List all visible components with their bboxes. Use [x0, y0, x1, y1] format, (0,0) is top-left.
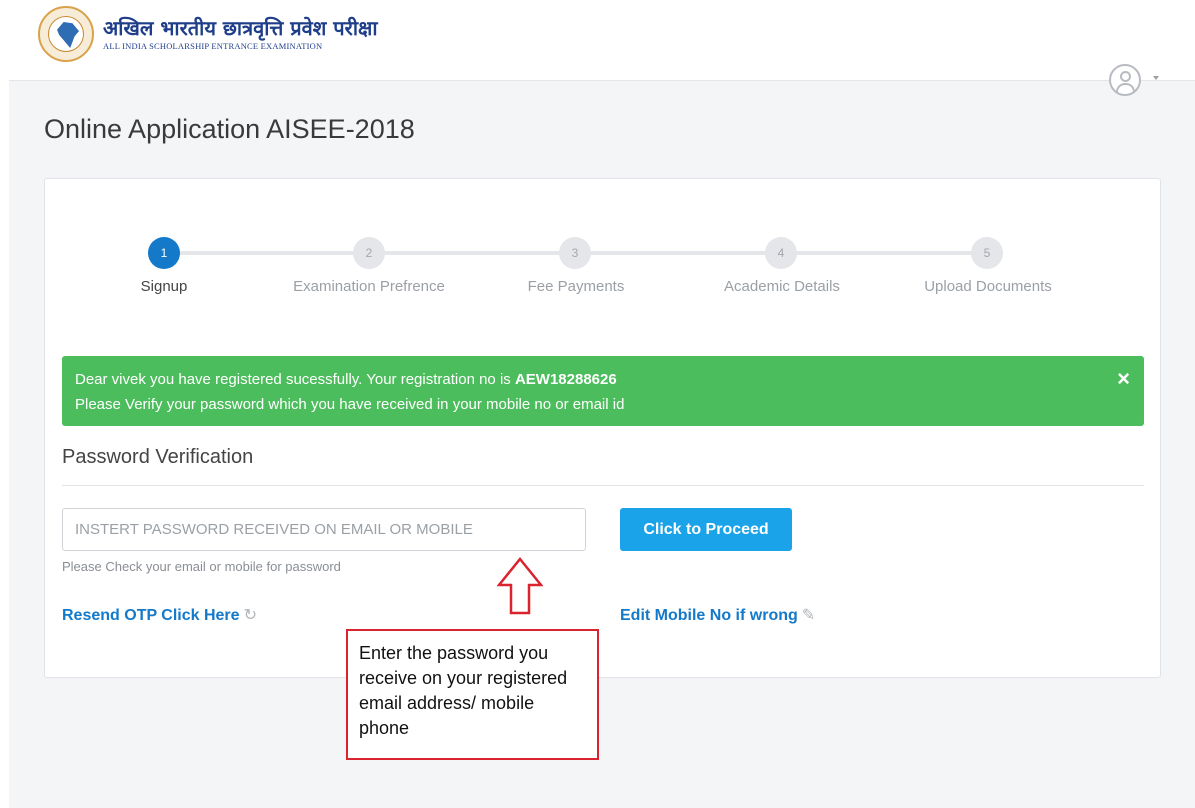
close-icon[interactable]: ×: [1117, 368, 1130, 390]
refresh-icon: ↻: [243, 607, 257, 624]
divider: [62, 485, 1144, 486]
logo-english-text: ALL INDIA SCHOLARSHIP ENTRANCE EXAMINATI…: [103, 41, 323, 51]
section-title: Password Verification: [62, 446, 254, 468]
resend-otp-link[interactable]: Resend OTP Click Here ↻: [62, 605, 257, 625]
step-5-label: Upload Documents: [924, 278, 1052, 295]
success-alert: Dear vivek you have registered sucessful…: [62, 356, 1144, 426]
alert-message: Dear vivek you have registered sucessful…: [75, 371, 515, 388]
up-arrow-icon: [497, 557, 543, 615]
annotation-callout: Enter the password you receive on your r…: [346, 629, 599, 760]
aisee-logo-emblem: [38, 6, 94, 62]
password-help-text: Please Check your email or mobile for pa…: [62, 559, 341, 574]
step-1-label: Signup: [140, 278, 188, 295]
edit-mobile-link[interactable]: Edit Mobile No if wrong ✎: [620, 605, 815, 625]
step-3-dot: 3: [559, 237, 591, 269]
step-3-label: Fee Payments: [527, 278, 625, 295]
edit-mobile-label: Edit Mobile No if wrong: [620, 607, 798, 624]
alert-line-1: Dear vivek you have registered sucessful…: [75, 371, 617, 388]
logo-hindi-text: अखिल भारतीय छात्रवृत्ति प्रवेश परीक्षा: [103, 16, 378, 40]
step-4-label: Academic Details: [724, 278, 840, 295]
avatar-shoulders: [1116, 83, 1135, 92]
proceed-button[interactable]: Click to Proceed: [620, 508, 792, 551]
pencil-icon: ✎: [801, 607, 816, 624]
page-title: Online Application AISEE-2018: [44, 114, 415, 144]
chevron-down-icon[interactable]: [1153, 76, 1159, 80]
avatar-head: [1120, 71, 1131, 82]
user-circle-icon[interactable]: [1109, 64, 1141, 96]
step-4-dot: 4: [765, 237, 797, 269]
registration-number: AEW18288626: [514, 371, 617, 388]
alert-line-2: Please Verify your password which you ha…: [75, 396, 625, 413]
password-input[interactable]: [62, 508, 586, 551]
step-5-dot: 5: [971, 237, 1003, 269]
step-2-label: Examination Prefrence: [293, 278, 445, 295]
top-header: अखिल भारतीय छात्रवृत्ति प्रवेश परीक्षा A…: [0, 0, 1195, 80]
step-2-dot: 2: [353, 237, 385, 269]
step-1-dot: 1: [148, 237, 180, 269]
resend-otp-label: Resend OTP Click Here: [62, 607, 240, 624]
